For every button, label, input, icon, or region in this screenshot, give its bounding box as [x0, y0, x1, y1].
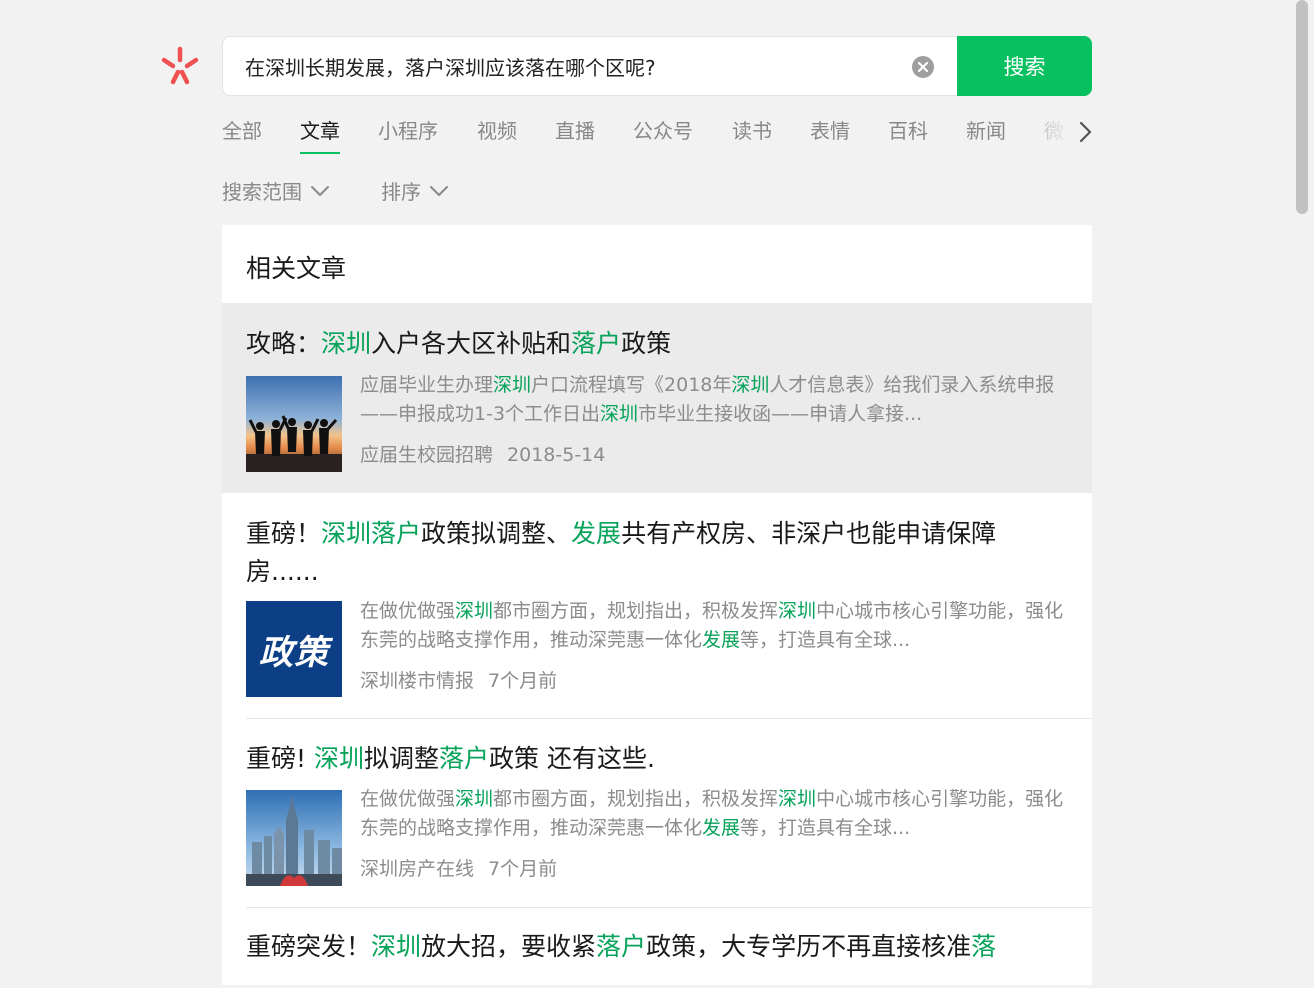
text-segment: 重磅突发！: [246, 932, 372, 961]
search-range-dropdown[interactable]: 搜索范围: [222, 176, 330, 205]
tabs-overflow-fade: [1036, 116, 1072, 156]
keyword-highlight: 落: [971, 932, 997, 961]
keyword-highlight: 发展: [702, 817, 741, 839]
active-tab-indicator: [300, 152, 340, 154]
tab-live[interactable]: 直播: [555, 116, 595, 156]
keyword-highlight: 深圳: [455, 600, 494, 622]
text-segment: 在做优做强: [360, 788, 456, 810]
keyword-highlight: 深圳: [731, 374, 770, 396]
clear-search-icon[interactable]: [911, 55, 935, 79]
text-segment: 放大招，要收紧: [421, 932, 597, 961]
text-segment: 市毕业生接收函——申请人拿接...: [638, 403, 923, 425]
keyword-highlight: 落户: [439, 744, 490, 773]
article-item[interactable]: 重磅！深圳落户政策拟调整、发展共有产权房、非深户也能申请保障房...... 政策…: [222, 493, 1092, 719]
text-segment: 政策，大专学历不再直接核准: [646, 932, 972, 961]
keyword-highlight: 深圳: [371, 932, 422, 961]
tab-mini-programs[interactable]: 小程序: [378, 116, 438, 156]
article-date: 7个月前: [488, 858, 558, 880]
chevron-down-icon: [311, 185, 329, 196]
tab-articles[interactable]: 文章: [300, 116, 340, 156]
text-segment: 政策 还有这些.: [489, 744, 655, 773]
article-meta: 深圳楼市情报 7个月前: [360, 666, 557, 693]
policy-thumbnail: 政策: [246, 601, 342, 697]
wechat-search-logo-icon[interactable]: [160, 46, 200, 86]
text-segment: 入户各大区补贴和: [371, 329, 572, 358]
keyword-highlight: 深圳落户: [321, 519, 422, 548]
article-description: 在做优做强深圳都市圈方面，规划指出，积极发挥深圳中心城市核心引擎功能，强化东莞的…: [360, 597, 1065, 655]
keyword-highlight: 发展: [571, 519, 622, 548]
scrollbar-thumb[interactable]: [1296, 0, 1308, 214]
article-meta: 深圳房产在线 7个月前: [360, 854, 557, 881]
sort-dropdown[interactable]: 排序: [381, 176, 449, 205]
chevron-right-icon[interactable]: [1076, 120, 1094, 144]
article-item[interactable]: 重磅突发！深圳放大招，要收紧落户政策，大专学历不再直接核准落: [222, 908, 1092, 988]
text-segment: 政策拟调整、: [421, 519, 572, 548]
article-item[interactable]: 重磅! 深圳拟调整落户政策 还有这些. 在做优做强深圳都市圈方面，规划指出，积极…: [222, 719, 1092, 908]
article-title[interactable]: 攻略：深圳入户各大区补贴和落户政策: [246, 325, 1068, 363]
article-date: 7个月前: [488, 670, 558, 692]
keyword-highlight: 深圳: [600, 403, 639, 425]
text-segment: 在做优做强: [360, 600, 456, 622]
policy-thumbnail-text: 政策: [259, 632, 329, 673]
text-segment: 都市圈方面，规划指出，积极发挥: [493, 600, 779, 622]
search-input[interactable]: [245, 37, 885, 95]
article-title[interactable]: 重磅突发！深圳放大招，要收紧落户政策，大专学历不再直接核准落: [246, 928, 1068, 966]
section-title: 相关文章: [246, 254, 347, 283]
category-tabs: 全部 文章 小程序 视频 直播 公众号 读书 表情 百科 新闻 微: [222, 116, 1072, 158]
tab-all[interactable]: 全部: [222, 116, 262, 156]
text-segment: 攻略：: [246, 329, 322, 358]
text-segment: 重磅！: [246, 519, 322, 548]
article-date: 2018-5-14: [507, 444, 606, 466]
results-panel: 相关文章 攻略：深圳入户各大区补贴和落户政策 应届毕业生办理深圳户口流程填写《2…: [222, 225, 1092, 985]
search-box: [222, 36, 957, 96]
text-segment: 政策: [621, 329, 672, 358]
text-segment: 应届毕业生办理: [360, 374, 494, 396]
sort-label: 排序: [381, 180, 421, 204]
article-item[interactable]: 攻略：深圳入户各大区补贴和落户政策 应届毕业生办理深圳户口流程填写《2018年深…: [222, 303, 1092, 493]
tab-reading[interactable]: 读书: [732, 116, 772, 156]
keyword-highlight: 落户: [571, 329, 622, 358]
text-segment: 等，打造具有全球...: [740, 817, 911, 839]
text-segment: 户口流程填写《2018年: [531, 374, 732, 396]
article-description: 在做优做强深圳都市圈方面，规划指出，积极发挥深圳中心城市核心引擎功能，强化东莞的…: [360, 785, 1065, 843]
city-skyline-thumbnail: [246, 790, 342, 886]
tab-videos[interactable]: 视频: [477, 116, 517, 156]
keyword-highlight: 深圳: [493, 374, 532, 396]
search-button[interactable]: 搜索: [957, 36, 1092, 96]
keyword-highlight: 落户: [596, 932, 647, 961]
chevron-down-icon: [430, 185, 448, 196]
text-segment: 重磅!: [246, 744, 314, 773]
graduates-silhouette-thumbnail: [246, 376, 342, 472]
keyword-highlight: 深圳: [321, 329, 372, 358]
tab-stickers[interactable]: 表情: [810, 116, 850, 156]
article-description: 应届毕业生办理深圳户口流程填写《2018年深圳人才信息表》给我们录入系统申报——…: [360, 371, 1065, 429]
article-source[interactable]: 深圳房产在线: [360, 858, 474, 880]
text-segment: 都市圈方面，规划指出，积极发挥: [493, 788, 779, 810]
keyword-highlight: 深圳: [455, 788, 494, 810]
text-segment: 拟调整: [364, 744, 440, 773]
article-source[interactable]: 应届生校园招聘: [360, 444, 493, 466]
keyword-highlight: 发展: [702, 629, 741, 651]
keyword-highlight: 深圳: [778, 788, 817, 810]
tab-news[interactable]: 新闻: [966, 116, 1006, 156]
tab-encyclopedia[interactable]: 百科: [888, 116, 928, 156]
text-segment: 等，打造具有全球...: [740, 629, 911, 651]
keyword-highlight: 深圳: [313, 744, 364, 773]
article-meta: 应届生校园招聘 2018-5-14: [360, 440, 605, 467]
keyword-highlight: 深圳: [778, 600, 817, 622]
article-title[interactable]: 重磅！深圳落户政策拟调整、发展共有产权房、非深户也能申请保障房......: [246, 515, 1068, 591]
article-source[interactable]: 深圳楼市情报: [360, 670, 474, 692]
article-title[interactable]: 重磅! 深圳拟调整落户政策 还有这些.: [246, 740, 1068, 778]
tab-official-accounts[interactable]: 公众号: [633, 116, 693, 156]
search-range-label: 搜索范围: [222, 180, 302, 204]
